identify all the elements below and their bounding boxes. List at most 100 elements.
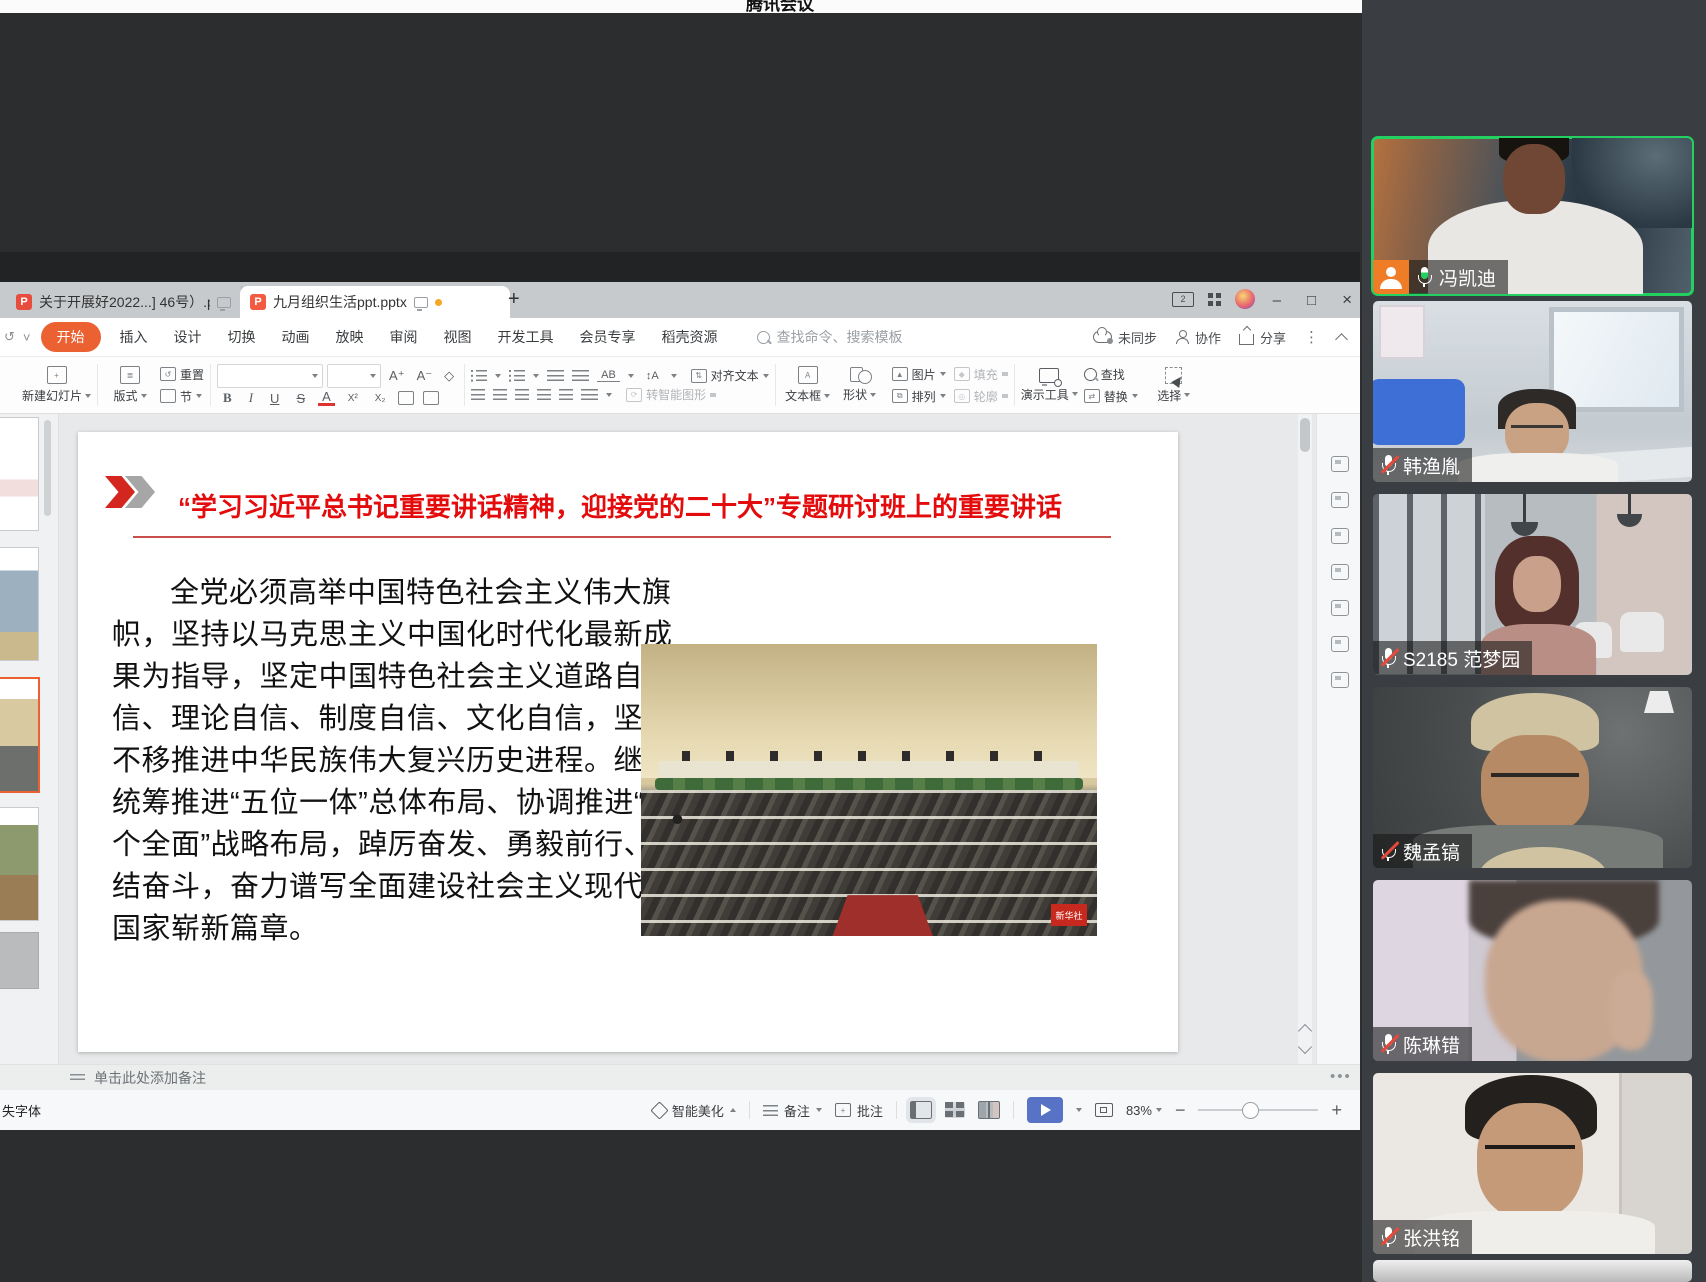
- bold-button[interactable]: B: [219, 390, 236, 406]
- arrange-button[interactable]: ⧉ 排列: [892, 386, 946, 406]
- new-tab-button[interactable]: +: [508, 288, 520, 311]
- justify-icon[interactable]: [537, 389, 551, 400]
- tab-pdf-document[interactable]: P 关于开展好2022...] 46号）.pdf: [6, 286, 242, 318]
- favorites-icon[interactable]: [1331, 528, 1349, 544]
- line-spacing-icon[interactable]: [581, 389, 598, 400]
- slide-thumbnail-3-current[interactable]: [0, 677, 40, 793]
- thumbnail-scrollbar[interactable]: [44, 420, 51, 516]
- smart-graphic-button[interactable]: ⟳ 转智能图形: [626, 386, 716, 403]
- notes-bar[interactable]: 单击此处添加备注: [0, 1064, 1360, 1091]
- menu-member[interactable]: 会员专享: [567, 327, 649, 347]
- superscript-button[interactable]: X²: [344, 393, 362, 404]
- sync-status[interactable]: 未同步: [1093, 328, 1157, 347]
- shrink-font-button[interactable]: A⁻: [413, 368, 437, 384]
- layers-icon[interactable]: [1331, 564, 1349, 580]
- help-icon[interactable]: [1331, 600, 1349, 616]
- participant-tile-1[interactable]: 冯凯迪: [1373, 138, 1692, 294]
- zoom-in-button[interactable]: +: [1331, 1100, 1342, 1121]
- align-right-icon[interactable]: [515, 389, 529, 400]
- participant-tile-2[interactable]: 韩渔胤: [1373, 301, 1692, 482]
- highlight-icon[interactable]: [423, 391, 439, 405]
- shape-gallery-icon[interactable]: [1331, 672, 1349, 688]
- play-options-caret[interactable]: [1076, 1108, 1082, 1112]
- menu-animation[interactable]: 动画: [269, 327, 323, 347]
- collapse-ribbon-icon[interactable]: [1335, 333, 1348, 346]
- share-button[interactable]: 分享: [1239, 328, 1286, 347]
- replace-button[interactable]: ⇄ 替换: [1084, 386, 1138, 406]
- tab-sidebyside-icon[interactable]: 2: [1172, 292, 1194, 307]
- annotate-icon[interactable]: [1331, 492, 1349, 508]
- text-box-button[interactable]: A 文本框: [782, 366, 834, 404]
- menu-home[interactable]: 开始: [41, 322, 101, 352]
- notes-toggle-button[interactable]: 备注: [763, 1101, 822, 1120]
- menu-design[interactable]: 设计: [161, 327, 215, 347]
- font-size-combo[interactable]: [327, 364, 381, 388]
- smart-beautify-button[interactable]: 智能美化: [653, 1101, 736, 1120]
- picture-button[interactable]: ▲ 图片: [892, 364, 946, 384]
- slide-thumbnail-4[interactable]: [0, 807, 39, 921]
- select-button[interactable]: 选择: [1148, 367, 1200, 404]
- strikethrough-button[interactable]: S: [292, 391, 309, 406]
- text-direction-button[interactable]: ↕A: [642, 370, 663, 382]
- menu-slideshow[interactable]: 放映: [323, 327, 377, 347]
- align-center-icon[interactable]: [493, 389, 507, 400]
- layout-button[interactable]: ≣ 版式: [104, 366, 156, 404]
- font-color-button[interactable]: A: [318, 391, 335, 406]
- italic-button[interactable]: I: [245, 390, 257, 406]
- menu-review[interactable]: 审阅: [377, 327, 431, 347]
- grow-font-button[interactable]: A⁺: [385, 368, 409, 384]
- slide-sorter-view-icon[interactable]: [945, 1102, 965, 1118]
- close-button[interactable]: ×: [1342, 290, 1352, 310]
- fill-button[interactable]: ◆ 填充: [954, 364, 1008, 384]
- font-name-combo[interactable]: [217, 364, 323, 388]
- distribute-icon[interactable]: [559, 389, 573, 400]
- zoom-slider[interactable]: [1198, 1109, 1318, 1111]
- align-left-icon[interactable]: [471, 389, 485, 400]
- slideshow-play-button[interactable]: [1027, 1097, 1063, 1123]
- more-menu-icon[interactable]: ⋮: [1304, 328, 1319, 346]
- play-from-slide-icon[interactable]: [1331, 456, 1349, 472]
- participant-tile-4[interactable]: 魏孟镐: [1373, 687, 1692, 868]
- fit-slide-icon[interactable]: [1095, 1103, 1113, 1117]
- increase-indent-icon[interactable]: [572, 370, 589, 381]
- zoom-level[interactable]: 83%: [1126, 1103, 1162, 1118]
- participant-tile-5[interactable]: 陈琳错: [1373, 880, 1692, 1061]
- undo-icon[interactable]: ↺: [4, 329, 15, 345]
- vertical-scrollbar[interactable]: [1298, 414, 1312, 1064]
- shapes-button[interactable]: 形状: [834, 367, 886, 403]
- menu-insert[interactable]: 插入: [107, 327, 161, 347]
- media-icon[interactable]: [1331, 636, 1349, 652]
- missing-font-status[interactable]: 失字体: [2, 1101, 41, 1120]
- decrease-indent-icon[interactable]: [547, 370, 564, 381]
- redo-dropdown-icon[interactable]: ˅: [23, 330, 31, 345]
- char-scale-button[interactable]: AB: [597, 369, 620, 382]
- section-button[interactable]: 节: [160, 386, 204, 406]
- subscript-button[interactable]: X₂: [371, 393, 390, 404]
- normal-view-icon[interactable]: [910, 1101, 932, 1119]
- numbered-list-icon[interactable]: [509, 370, 525, 381]
- tab-pptx-document[interactable]: P 九月组织生活ppt.pptx: [240, 286, 510, 318]
- participant-tile-7-partial[interactable]: [1373, 1260, 1692, 1282]
- slide-thumbnail-1[interactable]: [0, 417, 39, 531]
- reset-button[interactable]: ↺ 重置: [160, 364, 204, 384]
- participant-tile-3[interactable]: S2185 范梦园: [1373, 494, 1692, 675]
- slide-thumbnail-5[interactable]: [0, 932, 39, 989]
- underline-button[interactable]: U: [266, 391, 283, 406]
- command-search[interactable]: 查找命令、搜索模板: [757, 327, 903, 347]
- bullet-list-icon[interactable]: [471, 370, 487, 381]
- phonetic-guide-icon[interactable]: [398, 391, 414, 405]
- zoom-slider-knob[interactable]: [1242, 1102, 1259, 1119]
- user-avatar[interactable]: [1235, 289, 1255, 309]
- align-text-button[interactable]: ⇅ 对齐文本: [691, 367, 769, 384]
- reading-view-icon[interactable]: [978, 1101, 1000, 1119]
- collaborate-button[interactable]: 协作: [1175, 328, 1221, 347]
- slide-thumbnail-2[interactable]: [0, 547, 39, 661]
- present-tools-button[interactable]: 演示工具: [1021, 368, 1078, 403]
- participant-tile-6[interactable]: 张洪铭: [1373, 1073, 1692, 1254]
- menu-transition[interactable]: 切换: [215, 327, 269, 347]
- maximize-button[interactable]: □: [1307, 292, 1316, 309]
- slide-canvas[interactable]: “学习习近平总书记重要讲话精神，迎接党的二十大”专题研讨班上的重要讲话 全党必须…: [78, 432, 1178, 1052]
- find-button[interactable]: 查找: [1084, 364, 1138, 384]
- new-slide-button[interactable]: + 新建幻灯片: [22, 366, 91, 404]
- tab-grid-icon[interactable]: [1208, 293, 1221, 306]
